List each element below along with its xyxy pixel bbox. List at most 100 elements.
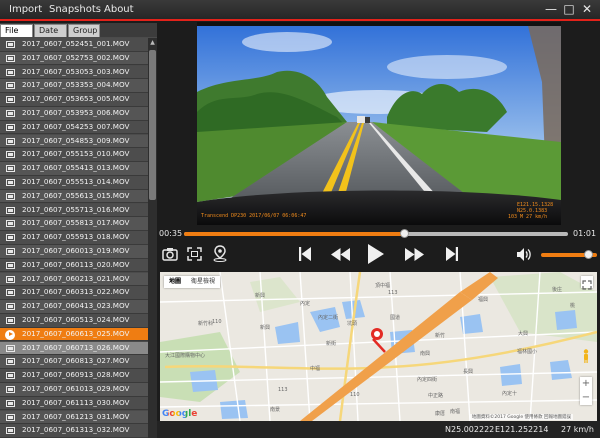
google-logo-text: Google: [162, 409, 198, 419]
skip-previous-icon[interactable]: [299, 247, 311, 261]
minimize-button[interactable]: —: [544, 2, 558, 16]
scroll-thumb[interactable]: [149, 50, 156, 200]
file-name: 2017_0607_055613_015.MOV: [22, 190, 130, 200]
file-list-item[interactable]: 2017_0607_060813_027.MOV: [0, 355, 148, 369]
video-file-icon: [6, 386, 15, 393]
video-file-icon: [6, 427, 15, 435]
file-list-item[interactable]: 2017_0607_061013_029.MOV: [0, 383, 148, 397]
file-name: 2017_0607_060413_023.MOV: [22, 301, 130, 311]
file-list-scrollbar[interactable]: ▲: [148, 38, 157, 438]
file-list-item[interactable]: 2017_0607_055413_013.MOV: [0, 162, 148, 176]
file-list-item[interactable]: 2017_0607_053953_006.MOV: [0, 107, 148, 121]
file-list-item[interactable]: 2017_0607_060213_021.MOV: [0, 272, 148, 287]
play-icon[interactable]: [368, 244, 384, 264]
map-label: 國道: [390, 315, 401, 321]
tab-date[interactable]: Date: [34, 24, 67, 37]
file-list-item[interactable]: 2017_0607_052451_001.MOV: [0, 38, 148, 52]
map-label: 桃: [570, 303, 576, 309]
volume-thumb[interactable]: [584, 250, 594, 259]
map-attribution[interactable]: 地圖資料©2017 Google 使用條款 回報地圖錯誤: [469, 414, 573, 420]
tab-file[interactable]: File: [0, 24, 33, 37]
map-label: 福興: [478, 297, 489, 303]
map-type-map[interactable]: 地圖: [164, 276, 186, 288]
file-list-item[interactable]: 2017_0607_060413_023.MOV: [0, 300, 148, 314]
file-list-item[interactable]: 2017_0607_053353_004.MOV: [0, 79, 148, 93]
map-fullscreen-button[interactable]: [581, 276, 593, 290]
scroll-up-icon[interactable]: ▲: [148, 38, 157, 47]
video-file-icon: [6, 179, 15, 186]
file-name: 2017_0607_060313_022.MOV: [22, 287, 130, 297]
expand-icon[interactable]: [187, 247, 202, 261]
file-list-item[interactable]: 2017_0607_055713_016.MOV: [0, 203, 148, 218]
speaker-icon[interactable]: [517, 248, 532, 261]
map-type-satellite[interactable]: 衛星檢視: [186, 276, 220, 288]
rewind-icon[interactable]: [331, 248, 350, 261]
file-list-item[interactable]: 2017_0607_055513_014.MOV: [0, 176, 148, 190]
file-name: 2017_0607_060913_028.MOV: [22, 370, 130, 380]
file-list-item[interactable]: 2017_0607_055813_017.MOV: [0, 217, 148, 231]
playback-controls: [157, 241, 600, 271]
maximize-button[interactable]: □: [562, 2, 576, 16]
fast-forward-icon[interactable]: [405, 248, 424, 261]
file-list-item[interactable]: 2017_0607_061113_030.MOV: [0, 396, 148, 411]
seek-track[interactable]: [184, 229, 568, 238]
dashcam-scene: [197, 22, 561, 225]
video-file-icon: [6, 82, 15, 90]
seek-thumb[interactable]: [399, 229, 409, 238]
file-list-item[interactable]: 2017_0607_055913_018.MOV: [0, 231, 148, 245]
menu-bar: Import Snapshots About — □ ✕: [0, 0, 600, 21]
map-label: 坑頭: [347, 321, 358, 327]
file-list-item[interactable]: 2017_0607_061313_032.MOV: [0, 424, 148, 438]
file-list-item[interactable]: 2017_0607_054853_009.MOV: [0, 134, 148, 149]
file-name: 2017_0607_060813_027.MOV: [22, 356, 130, 366]
file-list-item[interactable]: 2017_0607_053053_003.MOV: [0, 65, 148, 80]
file-list-item[interactable]: 2017_0607_060913_028.MOV: [0, 369, 148, 383]
seek-bar: 00:35 01:01: [157, 227, 600, 241]
video-file-icon: [6, 344, 15, 352]
file-name: 2017_0607_055513_014.MOV: [22, 177, 130, 186]
file-name: 2017_0607_055913_018.MOV: [22, 232, 130, 242]
video-file-icon: [6, 206, 15, 214]
status-latitude: N25.002222: [445, 425, 495, 434]
video-frame[interactable]: Transcend DP230 2017/06/07 06:06:47 E121…: [197, 22, 561, 225]
map-pin-icon[interactable]: [213, 245, 227, 262]
tab-group[interactable]: Group: [68, 24, 100, 37]
video-file-icon: [6, 151, 15, 159]
video-file-icon: [6, 220, 15, 228]
file-list-item[interactable]: 2017_0607_060013_019.MOV: [0, 245, 148, 259]
zoom-out-button[interactable]: −: [580, 391, 592, 405]
menu-import[interactable]: Import: [9, 4, 42, 15]
file-name: 2017_0607_053053_003.MOV: [22, 66, 130, 76]
menu-about[interactable]: About: [104, 4, 134, 15]
file-list-item[interactable]: 2017_0607_055613_015.MOV: [0, 189, 148, 204]
volume-slider[interactable]: [541, 250, 597, 259]
file-list-item[interactable]: 2017_0607_060313_022.MOV: [0, 286, 148, 300]
video-file-icon: [6, 317, 15, 324]
file-list-item[interactable]: 2017_0607_060513_024.MOV: [0, 314, 148, 328]
map-label: 南景: [270, 407, 281, 413]
file-name: 2017_0607_054853_009.MOV: [22, 135, 130, 145]
file-list-item[interactable]: 2017_0607_060613_025.MOV: [0, 327, 148, 342]
video-file-icon: [6, 413, 15, 421]
file-list-item[interactable]: 2017_0607_053653_005.MOV: [0, 93, 148, 107]
close-button[interactable]: ✕: [580, 2, 594, 16]
map-label: 110: [350, 392, 360, 398]
pegman-icon[interactable]: [583, 349, 589, 363]
file-list-item[interactable]: 2017_0607_060713_026.MOV: [0, 341, 148, 356]
file-list-item[interactable]: 2017_0607_060113_020.MOV: [0, 258, 148, 273]
google-logo: Google: [162, 409, 197, 419]
zoom-in-button[interactable]: +: [580, 377, 592, 391]
file-list-item[interactable]: 2017_0607_054253_007.MOV: [0, 120, 148, 135]
gps-map[interactable]: 地圖 衛星檢視 大江國際購物中心 新竹科 坑頭 頂中福 福興 內定 新興 新街 南…: [160, 272, 597, 421]
map-label: 新街: [326, 341, 337, 347]
camera-icon[interactable]: [162, 247, 178, 261]
map-label: 長興: [463, 369, 474, 375]
file-name: 2017_0607_055713_016.MOV: [22, 204, 130, 214]
skip-next-icon[interactable]: [446, 247, 458, 261]
file-list-item[interactable]: 2017_0607_061213_031.MOV: [0, 410, 148, 425]
sidebar-tabs: File Date Group: [0, 23, 157, 37]
file-list-item[interactable]: 2017_0607_052753_002.MOV: [0, 51, 148, 66]
file-list-item[interactable]: 2017_0607_055153_010.MOV: [0, 148, 148, 162]
video-file-icon: [6, 192, 15, 200]
menu-snapshots[interactable]: Snapshots: [49, 4, 101, 15]
